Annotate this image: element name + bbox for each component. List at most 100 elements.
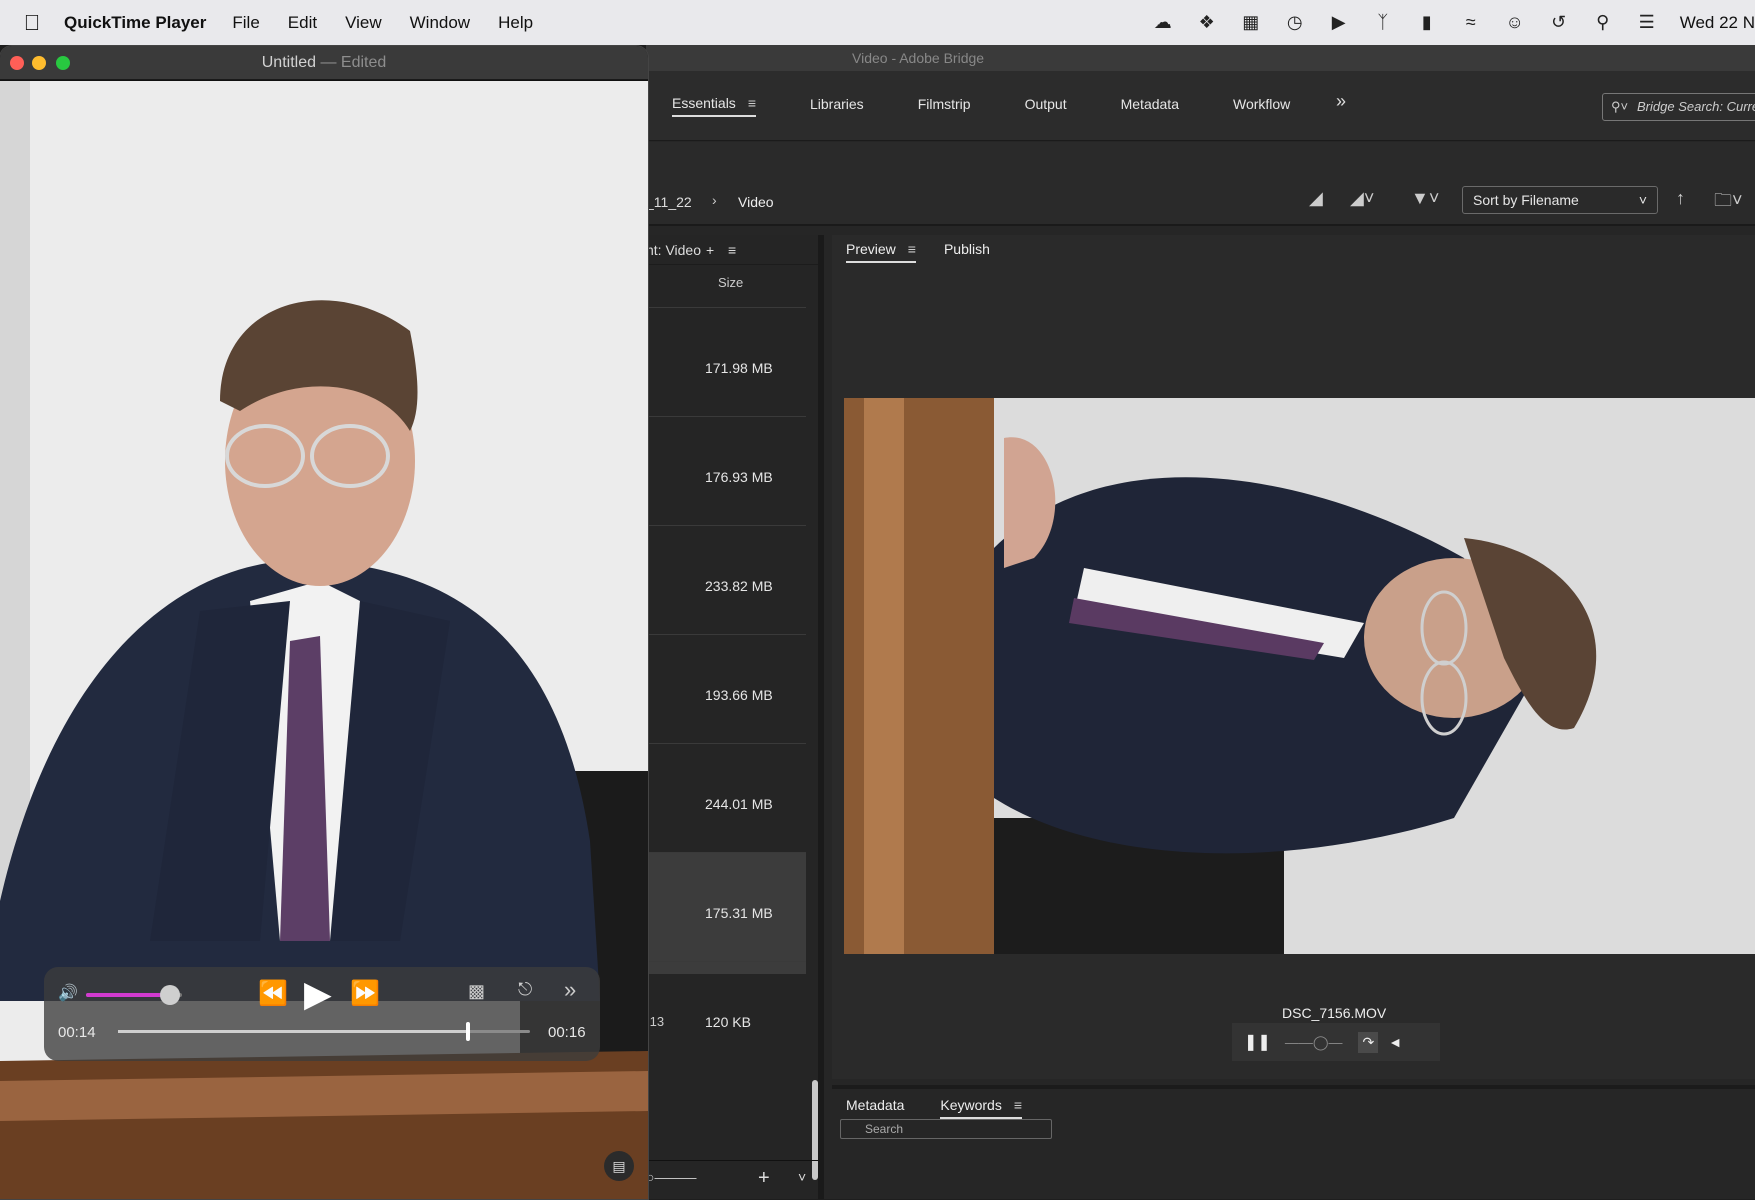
wifi-icon[interactable]: ≈ [1460,12,1482,34]
list-item[interactable]: 193.66 MB [646,634,806,756]
file-size: 176.93 MB [705,469,773,485]
list-item[interactable]: 244.01 MB [646,743,806,865]
file-size: 193.66 MB [705,687,773,703]
volume-knob[interactable] [160,985,181,1005]
volume-icon[interactable]: 🔊 [58,983,78,1003]
tab-metadata-panel[interactable]: Metadata [846,1097,904,1119]
file-size: 171.98 MB [705,360,773,376]
tab-metadata[interactable]: Metadata [1121,96,1179,116]
menu-file[interactable]: File [232,13,259,33]
new-folder-icon[interactable]: 🗀˅ [1714,188,1743,218]
play-status-icon[interactable]: ▶ [1328,12,1350,34]
sort-dropdown[interactable]: Sort by Filename ˅ [1462,186,1658,214]
history-icon[interactable]: ↺ [1548,12,1570,34]
chevron-down-icon: ˅ [1638,192,1647,208]
tab-output[interactable]: Output [1025,96,1067,116]
tab-keywords[interactable]: Keywords ≡ [940,1097,1023,1119]
loop-icon[interactable]: ↷ [1358,1031,1379,1053]
time-machine-icon[interactable]: ◷ [1284,12,1306,34]
preview-tabs: Preview ≡ Publish [846,241,990,263]
video-preview[interactable] [844,398,1755,954]
more-workspaces-icon[interactable]: » [1336,91,1346,112]
search-icon: ⚲˅ [1611,99,1629,114]
more-icon[interactable]: » [564,977,576,1003]
list-item[interactable]: :13 120 KB [646,961,806,1083]
rating-filter-icon[interactable]: ◢˅ [1350,188,1374,209]
tab-essentials[interactable]: Essentials ≡ [672,95,756,117]
preview-menu-icon[interactable]: ≡ [908,241,916,257]
total-time: 00:16 [548,1024,586,1041]
color-picker-icon[interactable]: ▦ [1240,12,1262,34]
list-item-selected[interactable]: 175.31 MB [646,852,806,974]
zoom-in-icon[interactable]: + [758,1167,770,1190]
preview-filename: DSC_7156.MOV [1282,1005,1387,1021]
bluetooth-icon[interactable]: ᛉ [1372,12,1394,34]
filter-icon[interactable]: ▼˅ [1411,188,1439,209]
tab-preview-label: Preview [846,241,896,257]
bridge-search-input[interactable]: ⚲˅ Bridge Search: Curre [1602,93,1755,121]
hamburger-menu-icon[interactable]: ≡ [748,95,756,111]
quality-icon[interactable]: ◢ [1309,188,1323,209]
zoom-slider[interactable]: ○——— [646,1169,696,1185]
rewind-icon[interactable]: ⏪ [258,979,288,1008]
content-tab-label[interactable]: nt: Video [646,235,701,265]
pause-icon[interactable]: ❚❚ [1244,1032,1271,1052]
share-icon[interactable]: ⎋ [518,979,532,1000]
workspace-bar: Essentials ≡ Libraries Filmstrip Output M… [646,71,1755,141]
quicktime-window: Untitled — Edited 🔊 ⏪ ▶ ⏩ ▩ ⎋ » 00:14 00… [0,46,648,1199]
file-date: :13 [646,1014,665,1029]
spotlight-search-icon[interactable]: ⚲ [1592,12,1614,34]
speaker-icon[interactable]: ◄ [1388,1034,1402,1050]
play-icon[interactable]: ▶ [304,973,332,1015]
list-item[interactable]: 233.82 MB [646,525,806,647]
menu-help[interactable]: Help [498,13,533,33]
tab-filmstrip[interactable]: Filmstrip [918,96,971,116]
content-panel-header: nt: Video + ≡ [646,235,818,265]
tab-libraries[interactable]: Libraries [810,96,864,116]
file-size: 175.31 MB [705,905,773,921]
dropbox-icon[interactable]: ❖ [1196,12,1218,34]
volume-slider[interactable] [86,985,182,1005]
fast-forward-icon[interactable]: ⏩ [350,979,380,1008]
picture-in-picture-icon[interactable]: ▩ [468,981,485,1002]
bridge-window-title: Video - Adobe Bridge [646,45,1755,71]
view-options-chevron-icon[interactable]: ˅ [798,1169,806,1185]
menu-window[interactable]: Window [410,13,470,33]
list-item[interactable]: 176.93 MB [646,416,806,538]
tab-publish[interactable]: Publish [944,241,990,263]
menu-edit[interactable]: Edit [288,13,317,33]
keyword-search-input[interactable]: Search [840,1119,1052,1139]
bridge-window: Video - Adobe Bridge Essentials ≡ Librari… [646,45,1755,1199]
scrubber-playhead[interactable] [466,1022,471,1041]
captions-icon[interactable]: ▤ [604,1151,634,1181]
apple-menu-icon[interactable]:  [0,10,64,36]
breadcrumb-folder[interactable]: _11_22 [646,194,692,210]
breadcrumb-current[interactable]: Video [738,194,774,210]
tab-workflow[interactable]: Workflow [1233,96,1290,116]
clock[interactable]: Wed 22 N [1680,13,1755,33]
keywords-menu-icon[interactable]: ≡ [1014,1097,1022,1113]
volume-fill [86,993,171,997]
content-panel: nt: Video + ≡ Size 171.98 MB 176.93 MB 2… [646,235,824,1199]
scrubber-fill [118,1030,469,1033]
sort-ascending-icon[interactable]: ↑ [1676,188,1685,209]
user-icon[interactable]: ☺ [1504,12,1526,34]
edited-status: Edited [340,54,387,71]
quicktime-video[interactable]: 🔊 ⏪ ▶ ⏩ ▩ ⎋ » 00:14 00:16 ▤ [0,81,648,1199]
creative-cloud-icon[interactable]: ☁ [1152,12,1174,34]
list-item[interactable]: 171.98 MB [646,307,806,429]
control-center-icon[interactable]: ☰ [1636,12,1658,34]
content-menu-icon[interactable]: ≡ [728,235,736,265]
menu-view[interactable]: View [345,13,382,33]
tab-preview[interactable]: Preview ≡ [846,241,916,263]
preview-scrubber[interactable]: ——◯— [1285,1034,1343,1051]
rotated-video-frame [844,398,1755,954]
document-title: Untitled [261,54,316,71]
app-menu[interactable]: QuickTime Player [64,13,206,33]
tab-essentials-label: Essentials [672,94,736,111]
battery-icon[interactable]: ▮ [1416,12,1438,34]
preview-panel: Preview ≡ Publish DSC_7156.MOV ❚❚ ——◯— ↷… [832,235,1755,1079]
scrubber[interactable] [118,1022,530,1041]
add-icon[interactable]: + [706,235,714,265]
size-column-header[interactable]: Size [718,275,743,290]
